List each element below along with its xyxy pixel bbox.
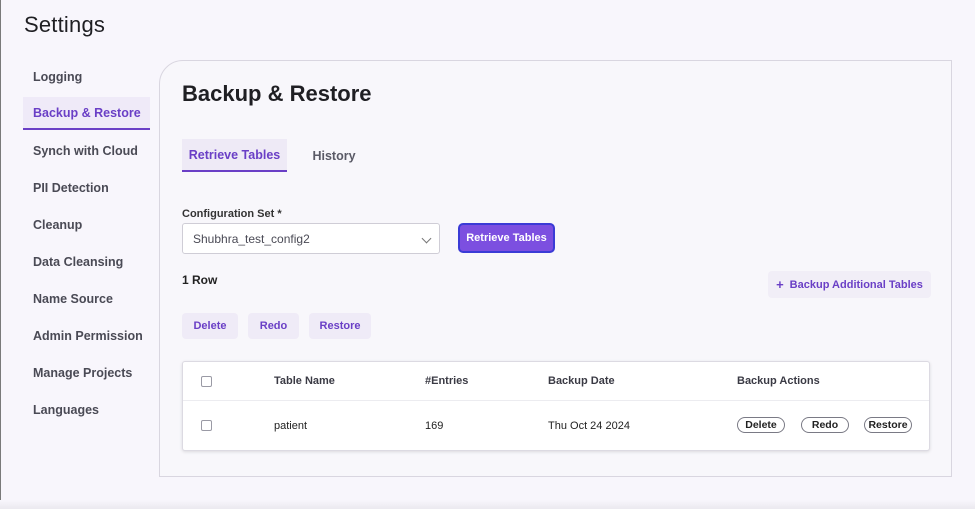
window-edge [0,0,1,509]
sidebar-item-languages[interactable]: Languages [23,393,150,426]
row-delete-button[interactable]: Delete [737,417,785,433]
backup-additional-tables-label: Backup Additional Tables [789,278,923,291]
chevron-down-icon [421,233,432,244]
column-header-table-name: Table Name [274,375,335,387]
backup-restore-panel: Backup & Restore Retrieve Tables History… [159,60,952,477]
cell-backup-date: Thu Oct 24 2024 [548,420,630,432]
sidebar-item-synch-with-cloud[interactable]: Synch with Cloud [23,134,150,167]
column-header-backup-actions: Backup Actions [737,375,820,387]
bottom-edge [0,500,975,509]
row-count: 1 Row [182,273,218,287]
sidebar-item-name-source[interactable]: Name Source [23,282,150,315]
tab-history[interactable]: History [303,139,365,172]
configuration-set-value: Shubhra_test_config2 [193,231,310,246]
sidebar-item-data-cleansing[interactable]: Data Cleansing [23,245,150,278]
backup-additional-tables-button[interactable]: + Backup Additional Tables [768,271,931,298]
cell-entries: 169 [425,420,444,432]
row-restore-button[interactable]: Restore [864,417,912,433]
redo-button[interactable]: Redo [248,313,299,339]
row-redo-button[interactable]: Redo [801,417,849,433]
sidebar-item-backup-restore[interactable]: Backup & Restore [23,97,150,130]
panel-title: Backup & Restore [182,81,372,106]
column-header-entries: #Entries [425,375,469,387]
sidebar-item-manage-projects[interactable]: Manage Projects [23,356,150,389]
sidebar-item-logging[interactable]: Logging [23,60,150,93]
configuration-set-label: Configuration Set * [182,208,282,220]
plus-icon: + [776,277,784,292]
restore-button[interactable]: Restore [309,313,371,339]
row-divider [183,400,929,401]
configuration-set-select[interactable]: Shubhra_test_config2 [182,223,440,254]
sidebar-item-pii-detection[interactable]: PII Detection [23,171,150,204]
tab-retrieve-tables[interactable]: Retrieve Tables [182,139,287,172]
backup-tables-table: Table Name #Entries Backup Date Backup A… [182,361,930,451]
column-header-backup-date: Backup Date [548,375,615,387]
cell-table-name: patient [274,420,308,432]
row-checkbox[interactable] [201,420,212,431]
retrieve-tables-button[interactable]: Retrieve Tables [458,223,555,253]
select-all-checkbox[interactable] [201,376,212,387]
page-title: Settings [24,12,106,37]
delete-button[interactable]: Delete [182,313,238,339]
sidebar-item-cleanup[interactable]: Cleanup [23,208,150,241]
sidebar-item-admin-permission[interactable]: Admin Permission [23,319,150,352]
settings-sidebar: Logging Backup & Restore Synch with Clou… [23,60,150,430]
